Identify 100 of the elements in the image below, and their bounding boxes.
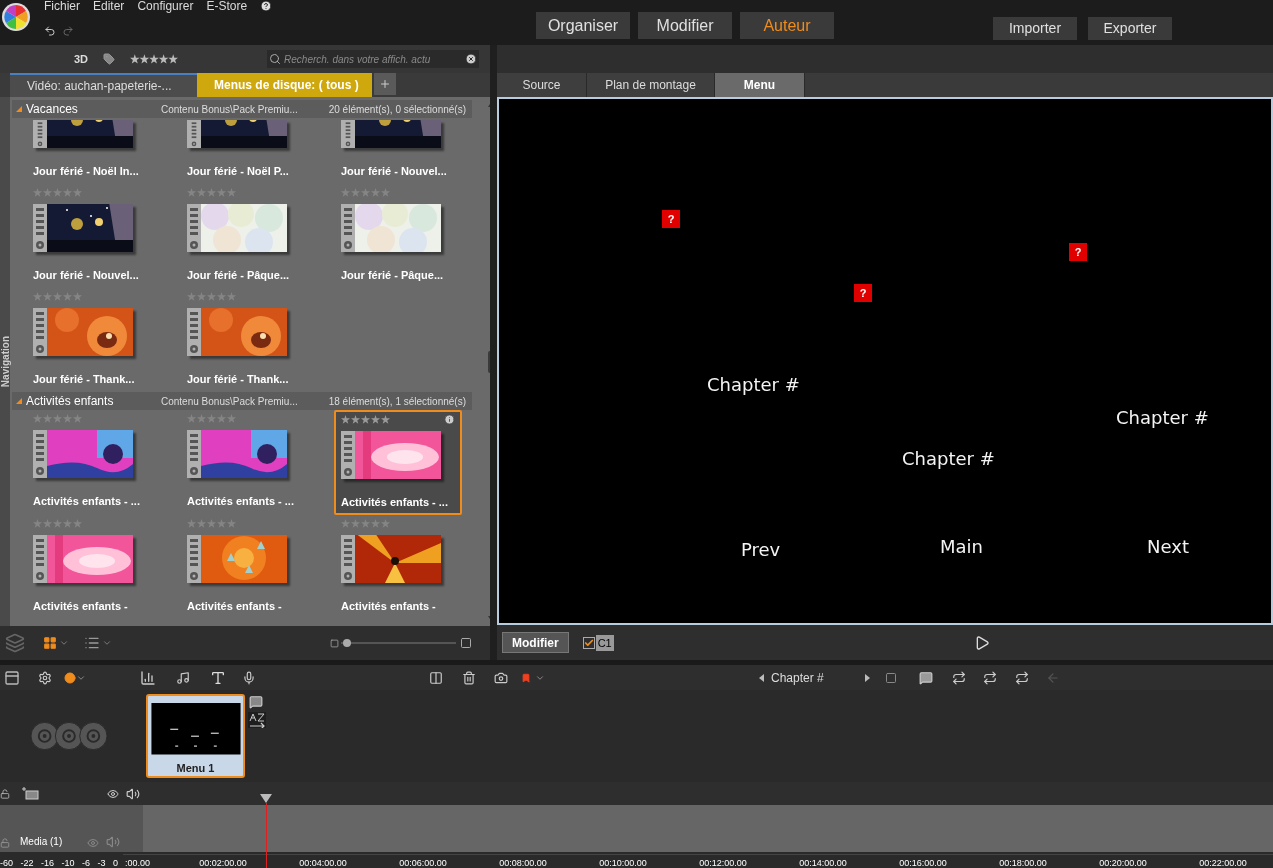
menu-template-card[interactable]: Jour férié - Thank... [26,288,154,392]
link-checkbox[interactable] [582,636,595,649]
menu-template-card[interactable]: Activités enfants - [180,515,308,619]
link-icon[interactable] [951,670,967,685]
add-comment-icon[interactable] [248,695,264,709]
caret-icon[interactable] [59,638,69,648]
menu-template-card[interactable]: Jour férié - Pâque... [180,184,308,288]
star-rating[interactable] [33,188,82,198]
star-rating[interactable] [341,414,390,425]
star-rating[interactable] [187,292,236,302]
frame-icon[interactable] [884,671,898,684]
large-size-icon[interactable] [460,637,472,649]
menu-item[interactable]: Fichier [44,0,80,15]
mode-tab[interactable]: Auteur [740,12,834,39]
settings-icon[interactable] [38,670,52,685]
mode-tab[interactable]: Organiser [536,12,630,39]
header-button[interactable]: Exporter [1088,17,1172,40]
caret-icon[interactable] [102,638,112,648]
menu-item[interactable]: Editer [93,0,125,15]
menu-template-card[interactable]: Jour férié - Noël In... [26,118,154,184]
menu-template-card[interactable]: Jour férié - Thank... [180,288,308,392]
section-header[interactable]: Vacances Contenu Bonus\Pack Premiu... 20 élément(s), 0 sélectionné(s) [12,100,472,118]
menu-button-text[interactable]: Prev [741,536,781,563]
header-button[interactable]: Importer [993,17,1077,40]
text-icon[interactable] [210,669,226,686]
speaker-icon[interactable] [126,786,140,801]
disc-menu-card[interactable]: Menu 1 [146,694,245,778]
star-rating[interactable] [187,519,236,529]
rating-filter-icon[interactable] [130,54,179,64]
preview-tab[interactable]: Menu [715,73,805,97]
camera-icon[interactable] [493,670,509,685]
menu-template-card[interactable]: Jour férié - Nouvel... [26,184,154,288]
star-rating[interactable] [33,414,82,424]
menu-template-card[interactable]: Activités enfants - ... [180,410,308,515]
expand-arrow-icon[interactable] [16,106,22,112]
info-icon[interactable] [444,414,455,425]
menu-template-card[interactable]: Jour férié - Pâque... [334,184,462,288]
filter-label[interactable]: 3D [74,50,89,68]
link-marker[interactable]: ? [854,284,872,302]
star-rating[interactable] [33,292,82,302]
star-rating[interactable] [341,519,390,529]
menu-preview-screen[interactable]: ? ? ? Chapter # Chapter # Chapter # Prev Main Next [497,97,1273,625]
navigation-side-tab[interactable]: Navigation [0,97,10,626]
playhead[interactable] [260,794,272,868]
search-field[interactable]: Recherch. dans votre affich. actu [284,51,463,67]
star-rating[interactable] [33,519,82,529]
microphone-icon[interactable] [242,669,256,686]
unlock-icon[interactable] [0,787,10,800]
mode-tab[interactable]: Modifier [638,12,732,39]
help-icon[interactable] [260,0,273,12]
menu-button-text[interactable]: Chapter # [707,371,800,398]
menu-template-card[interactable]: Jour férié - Nouvel... [334,118,462,184]
preview-tab[interactable]: Source [497,73,587,97]
small-size-icon[interactable] [330,638,339,648]
star-rating[interactable] [187,414,236,424]
split-icon[interactable] [428,670,444,685]
menu-template-card[interactable]: Activités enfants - [26,515,154,619]
sort-az-icon[interactable] [248,712,266,728]
menu-template-card[interactable]: Activités enfants - [334,515,462,619]
size-slider[interactable] [341,638,456,648]
star-rating[interactable] [341,188,390,198]
link-marker[interactable]: ? [662,210,680,228]
preview-tab[interactable]: Plan de montage [587,73,715,97]
link-marker[interactable]: ? [1069,243,1087,261]
comment-icon[interactable] [918,670,934,685]
edit-menu-button[interactable]: Modifier [502,632,569,653]
undo-icon[interactable] [44,25,56,37]
audio-levels-icon[interactable] [140,669,156,686]
section-header[interactable]: Activités enfants Contenu Bonus\Pack Premiu... 18 élément(s), 1 sélectionné(s) [12,392,472,410]
app-logo-icon[interactable] [1,2,31,32]
menu-template-card[interactable]: Activités enfants - ... [26,410,154,515]
add-track-icon[interactable] [21,786,39,801]
menu-template-card[interactable]: Jour férié - Noël P... [180,118,308,184]
clear-icon[interactable] [465,53,478,65]
menu-item[interactable]: E-Store [206,0,248,15]
expand-arrow-icon[interactable] [16,398,22,404]
tag-icon[interactable] [102,53,117,65]
grid-view-icon[interactable] [43,636,57,650]
eye-icon[interactable] [106,787,120,800]
redo-icon[interactable] [62,25,74,37]
menu-button-text[interactable]: Next [1147,533,1189,560]
library-tab[interactable]: Vidéo: auchan-papeterie-... [10,73,197,97]
trash-icon[interactable] [462,669,476,686]
next-icon[interactable] [865,673,870,682]
disc-icon[interactable] [64,671,76,684]
menu-button-text[interactable]: Chapter # [1116,404,1209,431]
menu-button-text[interactable]: Main [940,533,983,560]
meter-label: -6 [81,858,90,868]
music-icon[interactable] [176,669,190,686]
stack-icon[interactable] [5,633,25,653]
star-rating[interactable] [187,188,236,198]
menu-item[interactable]: Configurer [137,0,194,15]
link-icon[interactable] [1015,670,1029,685]
selected-item-card[interactable]: Activités enfants - ... [334,410,462,515]
window-icon[interactable] [3,669,21,686]
list-view-icon[interactable] [84,635,100,651]
previous-icon[interactable] [759,673,764,682]
link-icon[interactable] [983,670,997,685]
menu-button-text[interactable]: Chapter # [902,445,995,472]
search-bar[interactable]: Recherch. dans votre affich. actu [267,50,480,68]
